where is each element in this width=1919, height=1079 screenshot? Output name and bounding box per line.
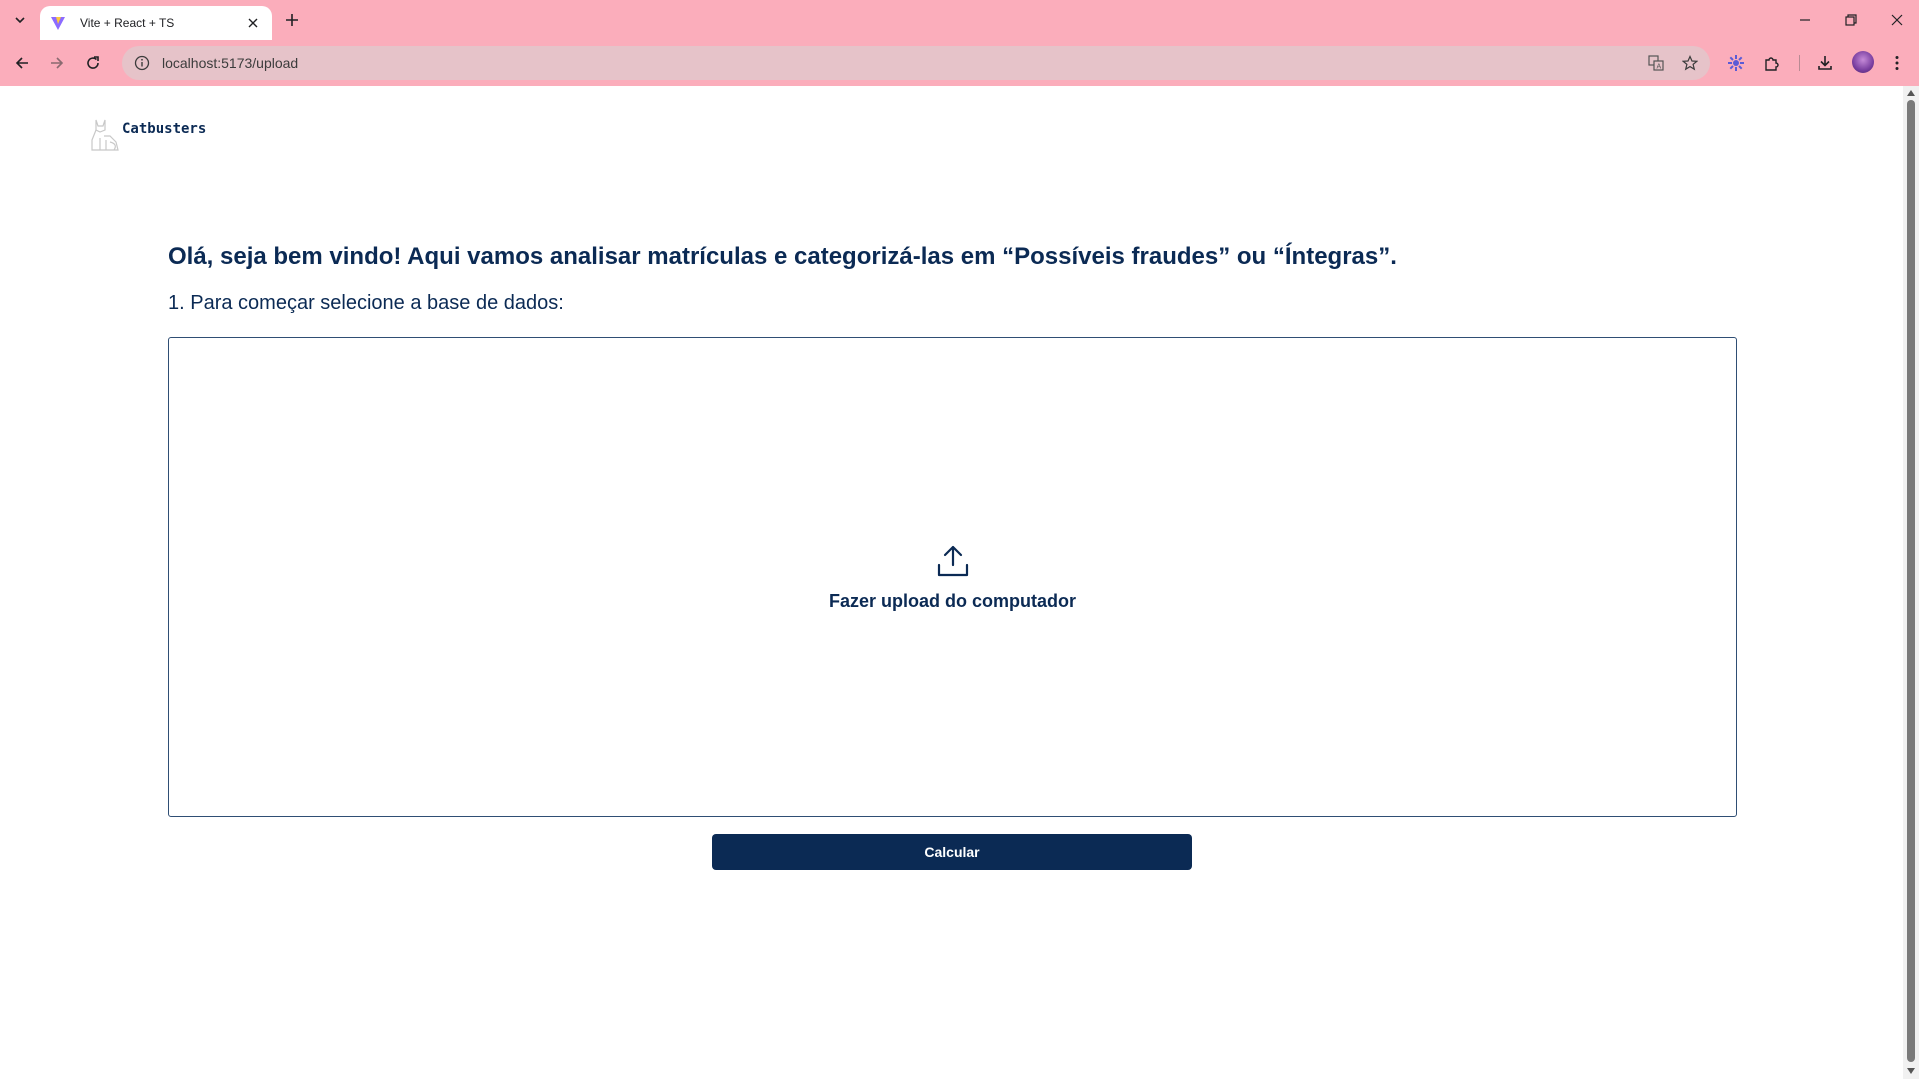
brand-name: Catbusters xyxy=(122,121,207,137)
cat-logo-icon xyxy=(91,119,119,151)
tab-active[interactable]: Vite + React + TS xyxy=(40,6,272,40)
tab-strip: Vite + React + TS xyxy=(0,0,1919,40)
close-window-button[interactable] xyxy=(1882,6,1912,34)
svg-text:A: A xyxy=(1657,64,1662,71)
scroll-up-icon[interactable] xyxy=(1907,90,1915,96)
page-title: Olá, seja bem vindo! Aqui vamos analisar… xyxy=(168,243,1397,270)
brand[interactable]: Catbusters xyxy=(88,116,206,152)
profile-avatar[interactable] xyxy=(1852,51,1874,73)
upload-label: Fazer upload do computador xyxy=(828,590,1076,611)
forward-button[interactable] xyxy=(44,50,70,76)
upload-icon xyxy=(937,545,968,576)
close-tab-icon[interactable] xyxy=(244,14,262,32)
bookmark-star-icon[interactable] xyxy=(1680,53,1700,73)
extension-gear-icon[interactable] xyxy=(1723,50,1749,76)
file-upload-dropzone[interactable]: Fazer upload do computador xyxy=(168,337,1737,817)
vite-logo-icon xyxy=(50,14,68,32)
minimize-button[interactable] xyxy=(1790,6,1820,34)
tab-search-button[interactable] xyxy=(8,8,32,32)
toolbar: A xyxy=(0,40,1919,86)
reload-button[interactable] xyxy=(80,50,106,76)
menu-kebab-icon[interactable] xyxy=(1884,50,1910,76)
scroll-down-icon[interactable] xyxy=(1907,1068,1915,1074)
translate-icon[interactable]: A xyxy=(1646,53,1666,73)
close-icon xyxy=(1891,14,1903,26)
browser-chrome: Vite + React + TS localhost:5173/upload … xyxy=(0,0,1919,86)
tab-title: Vite + React + TS xyxy=(80,16,175,30)
page-viewport: Catbusters Olá, seja bem vindo! Aqui vam… xyxy=(0,86,1903,1079)
restore-button[interactable] xyxy=(1836,6,1866,34)
calculate-button[interactable]: Calcular xyxy=(712,834,1192,870)
step-instruction: 1. Para começar selecione a base de dado… xyxy=(168,292,564,314)
download-icon[interactable] xyxy=(1812,50,1838,76)
reload-icon xyxy=(87,56,99,69)
extensions-puzzle-icon[interactable] xyxy=(1759,50,1785,76)
arrow-right-icon xyxy=(51,57,64,69)
minimize-icon xyxy=(1800,19,1810,21)
page-scrollbar[interactable] xyxy=(1903,86,1919,1079)
restore-icon xyxy=(1845,14,1857,26)
arrow-left-icon xyxy=(15,57,28,69)
new-tab-button[interactable] xyxy=(280,8,304,32)
site-info-icon[interactable] xyxy=(134,55,150,71)
url-input[interactable] xyxy=(160,54,1560,72)
chevron-down-icon xyxy=(15,17,25,24)
toolbar-divider xyxy=(1799,55,1800,71)
back-button[interactable] xyxy=(9,50,35,76)
address-bar[interactable]: A xyxy=(122,46,1710,80)
plus-icon xyxy=(286,14,298,26)
scrollbar-thumb[interactable] xyxy=(1907,100,1915,1062)
